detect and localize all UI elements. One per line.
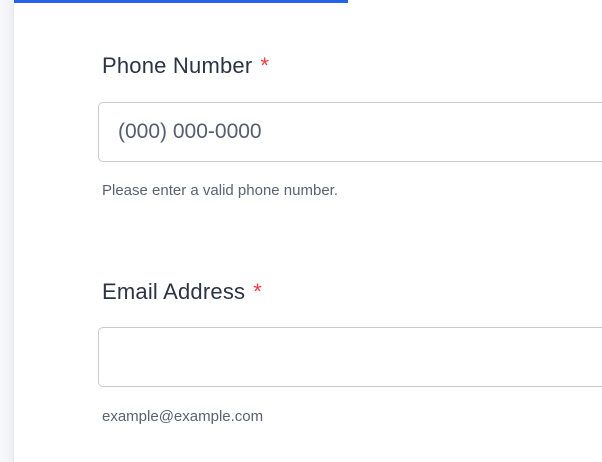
phone-number-hint: Please enter a valid phone number.	[102, 182, 338, 199]
email-address-required-mark: *	[253, 279, 262, 304]
email-address-input[interactable]	[98, 327, 602, 387]
email-address-hint: example@example.com	[102, 408, 264, 425]
email-address-field: Email Address * example@example.com	[98, 278, 602, 426]
email-address-label-text: Email Address	[102, 279, 246, 304]
phone-number-input[interactable]: (000) 000-0000	[98, 102, 602, 162]
email-address-label: Email Address *	[102, 278, 602, 306]
phone-number-field: Phone Number * (000) 000-0000 Please ente…	[98, 52, 602, 200]
contact-form: Phone Number * (000) 000-0000 Please ente…	[0, 0, 602, 462]
phone-number-placeholder: (000) 000-0000	[118, 120, 262, 143]
phone-number-label-text: Phone Number	[102, 53, 253, 78]
phone-number-required-mark: *	[260, 53, 270, 78]
phone-number-label: Phone Number *	[102, 52, 602, 80]
